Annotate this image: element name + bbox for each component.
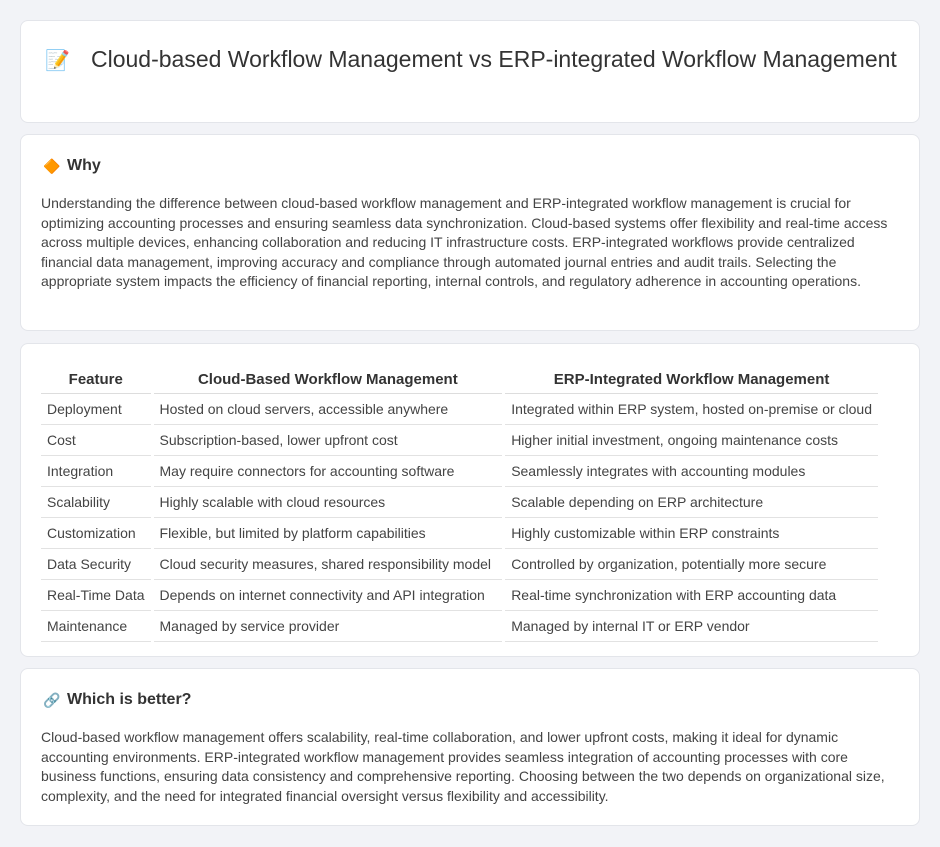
column-header-erp: ERP-Integrated Workflow Management	[505, 366, 878, 394]
cloud-cell: Depends on internet connectivity and API…	[153, 580, 503, 611]
why-heading-text: Why	[67, 157, 101, 174]
comparison-card: Feature Cloud-Based Workflow Management …	[20, 343, 920, 657]
title-card: 📝 Cloud-based Workflow Management vs ERP-…	[20, 20, 920, 123]
table-row: Data Security Cloud security measures, s…	[41, 549, 878, 580]
table-row: Real-Time Data Depends on internet conne…	[41, 580, 878, 611]
erp-cell: Highly customizable within ERP constrain…	[505, 518, 878, 549]
page-title-text: Cloud-based Workflow Management vs ERP-i…	[91, 46, 897, 72]
table-row: Customization Flexible, but limited by p…	[41, 518, 878, 549]
table-row: Scalability Highly scalable with cloud r…	[41, 487, 878, 518]
erp-cell: Scalable depending on ERP architecture	[505, 487, 878, 518]
feature-cell: Customization	[41, 518, 151, 549]
feature-cell: Maintenance	[41, 611, 151, 642]
link-icon: 🔗	[43, 691, 61, 708]
column-header-feature: Feature	[41, 366, 151, 394]
feature-cell: Scalability	[41, 487, 151, 518]
table-row: Cost Subscription-based, lower upfront c…	[41, 425, 878, 456]
memo-icon: 📝	[45, 50, 70, 72]
feature-cell: Integration	[41, 456, 151, 487]
cloud-cell: Flexible, but limited by platform capabi…	[153, 518, 503, 549]
column-header-cloud: Cloud-Based Workflow Management	[153, 366, 503, 394]
comparison-table: Feature Cloud-Based Workflow Management …	[38, 366, 881, 642]
why-card: 🔶 Why Understanding the difference betwee…	[20, 134, 920, 331]
cloud-cell: Subscription-based, lower upfront cost	[153, 425, 503, 456]
cloud-cell: May require connectors for accounting so…	[153, 456, 503, 487]
better-heading: 🔗 Which is better?	[41, 689, 899, 711]
diamond-sign-icon: 🔶	[43, 157, 61, 174]
table-row: Integration May require connectors for a…	[41, 456, 878, 487]
cloud-cell: Cloud security measures, shared responsi…	[153, 549, 503, 580]
feature-cell: Real-Time Data	[41, 580, 151, 611]
table-header-row: Feature Cloud-Based Workflow Management …	[41, 366, 878, 394]
erp-cell: Integrated within ERP system, hosted on-…	[505, 394, 878, 425]
better-paragraph: Cloud-based workflow management offers s…	[41, 729, 885, 804]
why-paragraph: Understanding the difference between clo…	[41, 195, 888, 290]
erp-cell: Managed by internal IT or ERP vendor	[505, 611, 878, 642]
erp-cell: Controlled by organization, potentially …	[505, 549, 878, 580]
feature-cell: Cost	[41, 425, 151, 456]
better-heading-text: Which is better?	[67, 691, 192, 708]
table-row: Deployment Hosted on cloud servers, acce…	[41, 394, 878, 425]
erp-cell: Real-time synchronization with ERP accou…	[505, 580, 878, 611]
erp-cell: Seamlessly integrates with accounting mo…	[505, 456, 878, 487]
which-is-better-card: 🔗 Which is better? Cloud-based workflow m…	[20, 668, 920, 826]
table-row: Maintenance Managed by service provider …	[41, 611, 878, 642]
page-title: 📝 Cloud-based Workflow Management vs ERP-…	[41, 45, 899, 76]
feature-cell: Deployment	[41, 394, 151, 425]
why-heading: 🔶 Why	[41, 155, 899, 177]
cloud-cell: Managed by service provider	[153, 611, 503, 642]
erp-cell: Higher initial investment, ongoing maint…	[505, 425, 878, 456]
feature-cell: Data Security	[41, 549, 151, 580]
cloud-cell: Hosted on cloud servers, accessible anyw…	[153, 394, 503, 425]
cloud-cell: Highly scalable with cloud resources	[153, 487, 503, 518]
